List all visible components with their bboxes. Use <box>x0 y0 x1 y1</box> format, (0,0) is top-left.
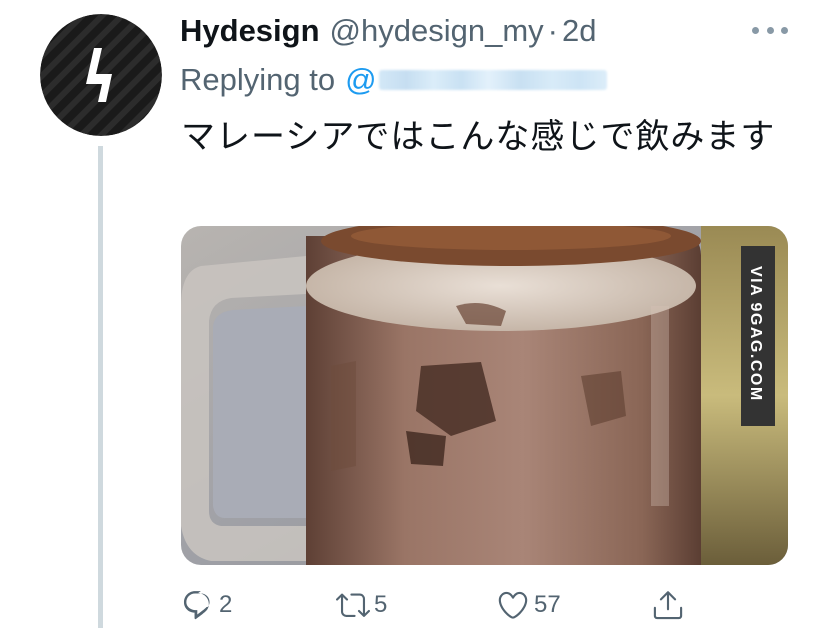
share-button[interactable] <box>651 585 685 625</box>
tweet-actions: 2 5 57 <box>181 585 701 625</box>
replying-to-mention[interactable]: @ <box>345 62 376 98</box>
retweet-icon <box>336 593 370 617</box>
heart-icon <box>498 591 528 619</box>
retweet-count: 5 <box>374 591 388 618</box>
hydesign-logo-icon <box>40 14 162 136</box>
retweet-button[interactable]: 5 <box>336 585 387 625</box>
reply-count: 2 <box>219 591 233 618</box>
reply-button[interactable]: 2 <box>181 585 232 625</box>
more-horizontal-icon[interactable] <box>752 20 788 40</box>
replying-to: Replying to @ <box>180 58 607 102</box>
replying-to-label: Replying to <box>180 62 336 97</box>
thread-line <box>98 146 103 628</box>
reply-bubble-icon <box>183 591 210 620</box>
like-count: 57 <box>534 591 561 618</box>
redacted-username[interactable] <box>378 70 607 90</box>
like-button[interactable]: 57 <box>496 585 561 625</box>
timestamp[interactable]: 2d <box>562 13 596 49</box>
separator-dot: · <box>547 13 558 48</box>
iced-drink-photo: VIA 9GAG.COM <box>181 226 788 565</box>
avatar[interactable] <box>40 14 162 136</box>
display-name[interactable]: Hydesign <box>180 13 320 49</box>
watermark-text: VIA 9GAG.COM <box>747 266 764 402</box>
tweet-header: Hydesign @hydesign_my · 2d <box>180 8 596 54</box>
tweet-media-image[interactable]: VIA 9GAG.COM <box>181 226 788 565</box>
user-handle[interactable]: @hydesign_my <box>330 13 544 49</box>
share-icon <box>653 591 683 620</box>
tweet-text: マレーシアではこんな感じで飲みます <box>181 117 776 157</box>
